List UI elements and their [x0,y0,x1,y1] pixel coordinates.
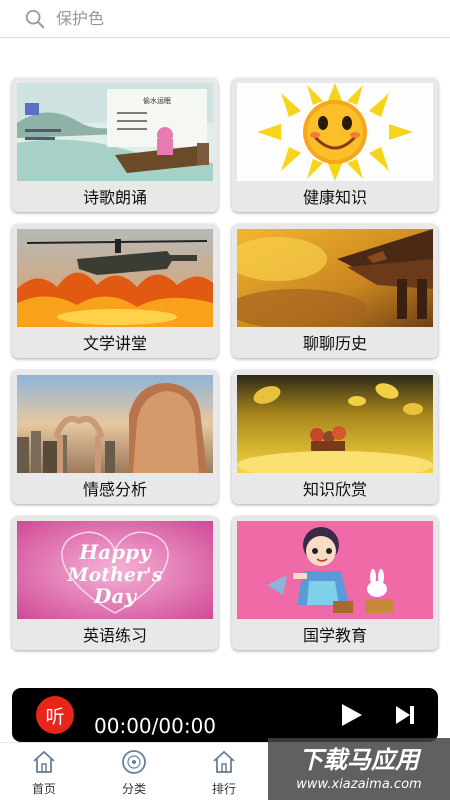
category-label: 英语练习 [82,626,147,645]
category-label: 健康知识 [302,188,367,207]
poem-title: 偷水运眠 [143,96,171,105]
next-track-icon[interactable] [394,704,416,726]
health-thumbnail [237,83,433,181]
home-icon [213,750,235,773]
knowledge-thumbnail [237,375,433,473]
category-label: 文学讲堂 [82,334,147,353]
nav-label: 分类 [121,782,146,796]
category-card-english[interactable]: Happy Mother's Day 英语练习 [12,516,218,650]
play-icon[interactable] [338,702,364,728]
category-card-poetry[interactable]: 偷水运眠 诗歌朗诵 [12,78,218,212]
thumbnail-word: Happy [78,540,152,564]
search-icon [25,9,45,28]
emotion-thumbnail [17,375,213,473]
category-grid: 偷水运眠 诗歌朗诵 健康知识 文学讲堂 聊聊历史 情感分析 知识欣赏 Happy… [12,78,438,650]
search-bar [0,0,450,38]
history-thumbnail [237,229,433,327]
nav-item-home[interactable]: 首页 [14,749,74,797]
playback-time: 00:00/00:00 [94,714,217,738]
watermark-text: 下载马应用 [299,746,422,774]
nav-item-ranking[interactable]: 排行 [194,749,254,797]
nav-label: 排行 [211,782,236,796]
watermark-url: www.xiazaima.com [296,777,421,792]
nav-item-category[interactable]: 分类 [104,749,164,797]
category-card-history[interactable]: 聊聊历史 [232,224,438,358]
english-thumbnail: Happy Mother's Day [17,521,213,619]
category-label: 诗歌朗诵 [82,188,147,207]
category-label: 知识欣赏 [302,480,367,499]
category-card-emotion[interactable]: 情感分析 [12,370,218,504]
audio-player-bar: 听 00:00/00:00 [12,688,438,742]
thumbnail-word: Day [93,584,137,608]
classics-thumbnail [237,521,433,619]
thumbnail-word: Mother's [67,564,163,586]
literature-thumbnail [17,229,213,327]
category-label: 聊聊历史 [302,334,367,353]
category-card-classics[interactable]: 国学教育 [232,516,438,650]
category-card-health[interactable]: 健康知识 [232,78,438,212]
search-input[interactable] [56,9,416,28]
category-label: 国学教育 [302,626,367,645]
disc-icon [122,750,146,774]
category-card-knowledge[interactable]: 知识欣赏 [232,370,438,504]
watermark-logo: 下载马应用 www.xiazaima.com [268,738,450,800]
home-icon [33,750,55,773]
poetry-thumbnail: 偷水运眠 [17,83,213,181]
nav-label: 首页 [31,782,56,796]
app-logo-icon[interactable]: 听 [36,696,74,734]
category-label: 情感分析 [82,480,147,499]
category-card-literature[interactable]: 文学讲堂 [12,224,218,358]
